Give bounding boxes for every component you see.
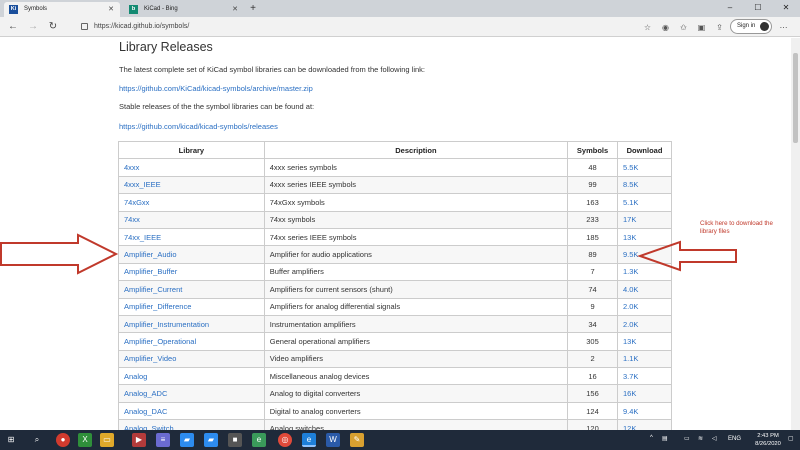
annotation-overlay bbox=[0, 233, 737, 275]
video-app-icon[interactable]: ▶ bbox=[132, 433, 146, 447]
favorite-star-icon[interactable]: ☆ bbox=[642, 22, 653, 33]
volume-icon[interactable]: ◁ bbox=[712, 435, 717, 442]
kicad-favicon-icon: Ki bbox=[9, 5, 18, 14]
tab-symbols[interactable]: Ki Symbols ✕ bbox=[4, 2, 120, 17]
edge-app-icon[interactable]: e bbox=[252, 433, 266, 447]
avatar bbox=[760, 22, 769, 31]
word-app-icon[interactable]: W bbox=[326, 433, 340, 447]
share-icon[interactable]: ⇪ bbox=[714, 22, 725, 33]
zoom-app-icon[interactable]: ▰ bbox=[180, 433, 194, 447]
chrome-app-icon[interactable]: ◎ bbox=[278, 433, 292, 447]
web-page: Library Releases The latest complete set… bbox=[0, 38, 800, 430]
right-arrow-icon bbox=[636, 240, 737, 272]
address-bar: ← → ↻ https://kicad.github.io/symbols/ ☆… bbox=[0, 17, 800, 37]
maximize-icon[interactable]: ☐ bbox=[744, 0, 772, 17]
url-text: https://kicad.github.io/symbols/ bbox=[94, 23, 190, 30]
notepad-app-icon[interactable]: ✎ bbox=[350, 433, 364, 447]
notifications-icon[interactable]: ▢ bbox=[788, 435, 794, 442]
new-tab-button[interactable]: + bbox=[246, 2, 260, 16]
close-tab-icon[interactable]: ✕ bbox=[232, 2, 238, 17]
tab-bing[interactable]: b KiCad - Bing ✕ bbox=[124, 2, 244, 17]
lock-icon bbox=[81, 23, 88, 30]
chrome-like-app-icon[interactable]: ● bbox=[56, 433, 70, 447]
zoom-meeting-icon[interactable]: ▰ bbox=[204, 433, 218, 447]
wifi-icon[interactable]: ≋ bbox=[698, 435, 703, 442]
taskbar-clock[interactable]: 2:43 PM 8/26/2020 bbox=[750, 432, 786, 448]
sign-in-button[interactable]: Sign in bbox=[730, 19, 772, 34]
battery-icon[interactable]: ▭ bbox=[684, 435, 690, 442]
clock-date: 8/26/2020 bbox=[755, 441, 781, 447]
page-scrollbar[interactable] bbox=[791, 38, 800, 430]
annotation-note: Click here to download the library files bbox=[700, 220, 773, 235]
windows-start-icon[interactable]: ⊞ bbox=[4, 433, 18, 447]
forward-icon[interactable]: → bbox=[26, 21, 40, 33]
minimize-icon[interactable]: – bbox=[716, 0, 744, 17]
close-window-icon[interactable]: ✕ bbox=[772, 0, 800, 17]
edge-browser-icon[interactable]: e bbox=[302, 433, 316, 447]
file-explorer-icon[interactable]: ▭ bbox=[100, 433, 114, 447]
app-icon[interactable]: ■ bbox=[228, 433, 242, 447]
spreadsheet-app-icon[interactable]: X bbox=[78, 433, 92, 447]
extension-icon[interactable]: ◉ bbox=[660, 22, 671, 33]
more-menu-icon[interactable]: ⋯ bbox=[778, 22, 789, 33]
search-icon[interactable]: ⌕ bbox=[30, 433, 44, 447]
left-arrow-icon bbox=[0, 233, 119, 275]
favorites-icon[interactable]: ✩ bbox=[678, 22, 689, 33]
tray-chevron-icon[interactable]: ^ bbox=[650, 435, 653, 441]
collections-icon[interactable]: ▣ bbox=[696, 22, 707, 33]
chat-app-icon[interactable]: ≡ bbox=[156, 433, 170, 447]
tab-label: KiCad - Bing bbox=[144, 6, 178, 12]
bing-favicon-icon: b bbox=[129, 5, 138, 14]
refresh-icon[interactable]: ↻ bbox=[46, 21, 60, 33]
scrollbar-thumb[interactable] bbox=[793, 53, 798, 143]
tab-label: Symbols bbox=[24, 6, 48, 12]
network-icon[interactable]: ▤ bbox=[662, 435, 668, 442]
clock-time: 2:43 PM bbox=[757, 433, 779, 439]
tab-bar: Ki Symbols ✕ b KiCad - Bing ✕ + – ☐ ✕ bbox=[0, 0, 800, 17]
language-indicator[interactable]: ENG bbox=[728, 436, 741, 442]
back-icon[interactable]: ← bbox=[6, 21, 20, 33]
windows-taskbar: ⊞ ⌕ ● X ▭ ▶ ≡ ▰ ▰ ■ e ◎ e W ✎ ^ ▤ ▭ ≋ ◁ … bbox=[0, 430, 800, 450]
sign-in-label: Sign in bbox=[737, 23, 756, 29]
url-field[interactable]: https://kicad.github.io/symbols/ bbox=[78, 20, 638, 34]
close-tab-icon[interactable]: ✕ bbox=[108, 2, 114, 17]
